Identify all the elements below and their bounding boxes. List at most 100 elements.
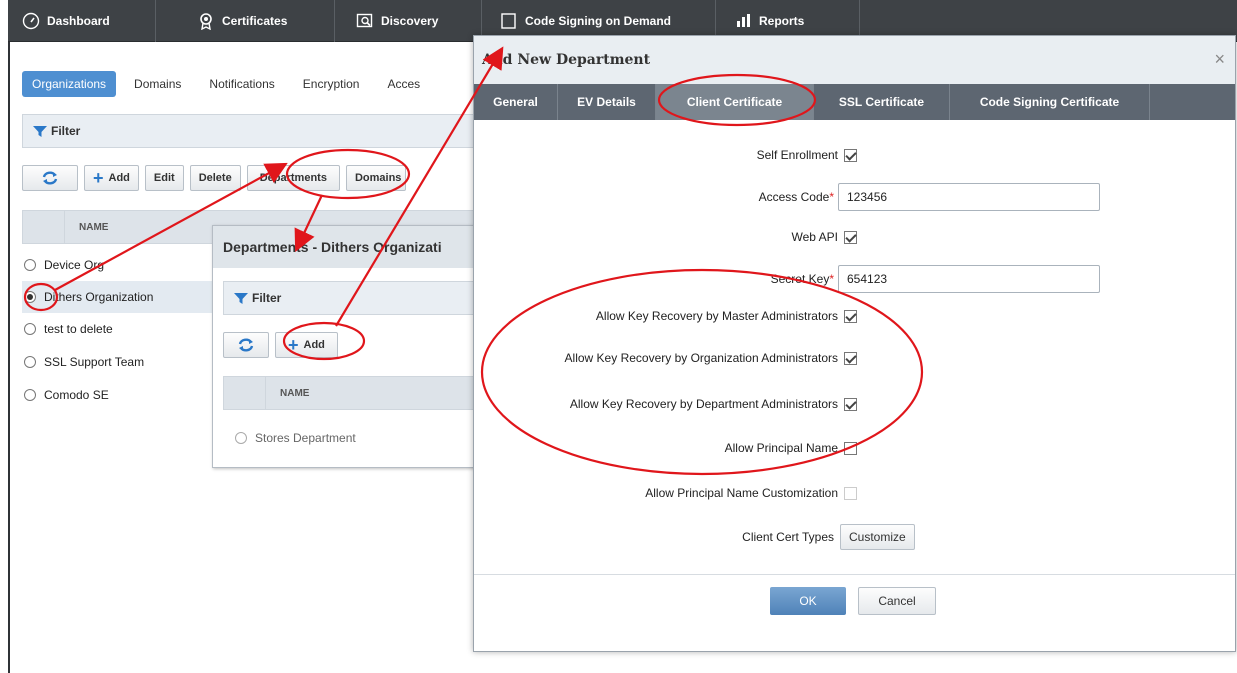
departments-dialog-title[interactable]: Departments - Dithers Organizati — [213, 226, 479, 268]
dept-row[interactable]: Stores Department — [233, 422, 473, 454]
nav-tab-discovery[interactable]: Discovery — [342, 0, 482, 42]
org-row[interactable]: Device Org — [22, 249, 212, 281]
subtab-notifications[interactable]: Notifications — [209, 77, 274, 91]
key-recovery-dept-row: Allow Key Recovery by Department Adminis… — [474, 389, 857, 419]
filter-label: Filter — [252, 291, 282, 305]
refresh-button[interactable] — [223, 332, 269, 358]
key-recovery-master-checkbox[interactable] — [844, 309, 857, 323]
web-api-checkbox[interactable] — [844, 230, 857, 244]
required-mark: * — [829, 272, 834, 286]
principal-name-label: Allow Principal Name — [724, 441, 838, 455]
org-name: SSL Support Team — [44, 355, 145, 369]
principal-name-checkbox[interactable] — [844, 441, 857, 455]
web-api-label: Web API — [791, 230, 838, 244]
access-code-input[interactable]: 123456 — [838, 183, 1100, 211]
plus-icon: + — [93, 168, 104, 188]
filter-icon — [234, 292, 248, 304]
row-radio[interactable] — [24, 389, 36, 401]
org-name: Comodo SE — [44, 388, 109, 402]
tab-client-certificate[interactable]: Client Certificate — [656, 84, 814, 120]
org-row[interactable]: Comodo SE — [22, 379, 212, 411]
subtab-encryption[interactable]: Encryption — [303, 77, 360, 91]
nav-tab-label: Discovery — [381, 14, 439, 28]
client-cert-types-row: Client Cert Types Customize — [474, 522, 924, 552]
principal-name-custom-checkbox[interactable] — [844, 486, 857, 500]
refresh-button[interactable] — [22, 165, 78, 191]
principal-name-custom-label: Allow Principal Name Customization — [645, 486, 838, 500]
org-name: test to delete — [44, 322, 113, 336]
filter-icon — [33, 125, 47, 137]
row-radio[interactable] — [24, 356, 36, 368]
ok-button[interactable]: OK — [770, 587, 846, 615]
tab-code-signing-certificate[interactable]: Code Signing Certificate — [950, 84, 1150, 120]
secret-key-label: Secret Key* — [770, 272, 834, 286]
select-column — [23, 211, 65, 243]
row-radio[interactable] — [235, 432, 247, 444]
column-name[interactable]: NAME — [266, 388, 309, 399]
settings-subtabs: Organizations Domains Notifications Encr… — [22, 70, 448, 98]
code-signing-icon — [500, 12, 518, 30]
principal-name-row: Allow Principal Name — [474, 433, 857, 463]
filter-label: Filter — [51, 124, 81, 138]
gauge-icon — [22, 12, 40, 30]
domains-button[interactable]: Domains — [345, 165, 406, 191]
edit-button[interactable]: Edit — [144, 165, 184, 191]
nav-tab-certificates[interactable]: Certificates — [183, 0, 335, 42]
org-filter-bar[interactable]: Filter — [22, 114, 482, 148]
access-code-row: Access Code* 123456 — [474, 182, 1100, 212]
key-recovery-dept-checkbox[interactable] — [844, 397, 857, 411]
key-recovery-org-label: Allow Key Recovery by Organization Admin… — [564, 351, 838, 365]
key-recovery-org-checkbox[interactable] — [844, 351, 857, 365]
key-recovery-org-row: Allow Key Recovery by Organization Admin… — [474, 343, 857, 373]
dept-name: Stores Department — [255, 431, 356, 445]
tab-general[interactable]: General — [474, 84, 558, 120]
subtab-domains[interactable]: Domains — [134, 77, 181, 91]
dept-filter-bar[interactable]: Filter — [223, 281, 479, 315]
principal-name-custom-row: Allow Principal Name Customization — [474, 478, 857, 508]
row-radio[interactable] — [24, 323, 36, 335]
required-mark: * — [829, 190, 834, 204]
column-name[interactable]: NAME — [65, 222, 108, 233]
add-label: Add — [303, 339, 325, 351]
nav-tab-label: Code Signing on Demand — [525, 14, 671, 28]
add-button[interactable]: + Add — [84, 165, 139, 191]
refresh-icon — [42, 171, 58, 185]
modal-title[interactable]: Add New Department — [474, 36, 1235, 84]
org-name: Dithers Organization — [44, 290, 154, 304]
secret-key-input[interactable]: 654123 — [838, 265, 1100, 293]
client-cert-types-label: Client Cert Types — [742, 530, 834, 544]
org-row[interactable]: Dithers Organization — [22, 281, 212, 313]
certificate-icon — [197, 12, 215, 30]
refresh-icon — [238, 338, 254, 352]
self-enrollment-checkbox[interactable] — [844, 148, 857, 162]
subtab-access[interactable]: Acces — [387, 77, 420, 91]
dept-add-button[interactable]: + Add — [275, 332, 338, 358]
departments-button[interactable]: Departments — [246, 165, 340, 191]
plus-icon: + — [288, 335, 299, 355]
cancel-button[interactable]: Cancel — [858, 587, 936, 615]
key-recovery-master-label: Allow Key Recovery by Master Administrat… — [595, 309, 838, 323]
web-api-row: Web API — [474, 222, 857, 252]
org-name: Device Org — [44, 258, 105, 272]
org-row[interactable]: SSL Support Team — [22, 346, 212, 378]
self-enrollment-row: Self Enrollment — [474, 140, 857, 170]
departments-dialog: Departments - Dithers Organizati Filter … — [212, 225, 480, 468]
org-row[interactable]: test to delete — [22, 313, 212, 345]
row-radio[interactable] — [24, 291, 36, 303]
add-department-modal: Add New Department × General EV Details … — [473, 35, 1236, 652]
row-radio[interactable] — [24, 259, 36, 271]
subtab-organizations[interactable]: Organizations — [22, 71, 117, 97]
select-column — [224, 377, 266, 409]
tab-ssl-certificate[interactable]: SSL Certificate — [814, 84, 950, 120]
tab-ev-details[interactable]: EV Details — [558, 84, 656, 120]
nav-tab-label: Reports — [759, 14, 805, 28]
modal-footer-divider — [474, 574, 1235, 575]
delete-button[interactable]: Delete — [189, 165, 241, 191]
close-icon[interactable]: × — [1214, 49, 1225, 70]
discovery-icon — [356, 12, 374, 30]
nav-tab-dashboard[interactable]: Dashboard — [8, 0, 156, 42]
self-enrollment-label: Self Enrollment — [756, 148, 838, 162]
dept-grid-header: NAME — [223, 376, 479, 410]
secret-key-row: Secret Key* 654123 — [474, 264, 1100, 294]
customize-button[interactable]: Customize — [840, 524, 915, 550]
